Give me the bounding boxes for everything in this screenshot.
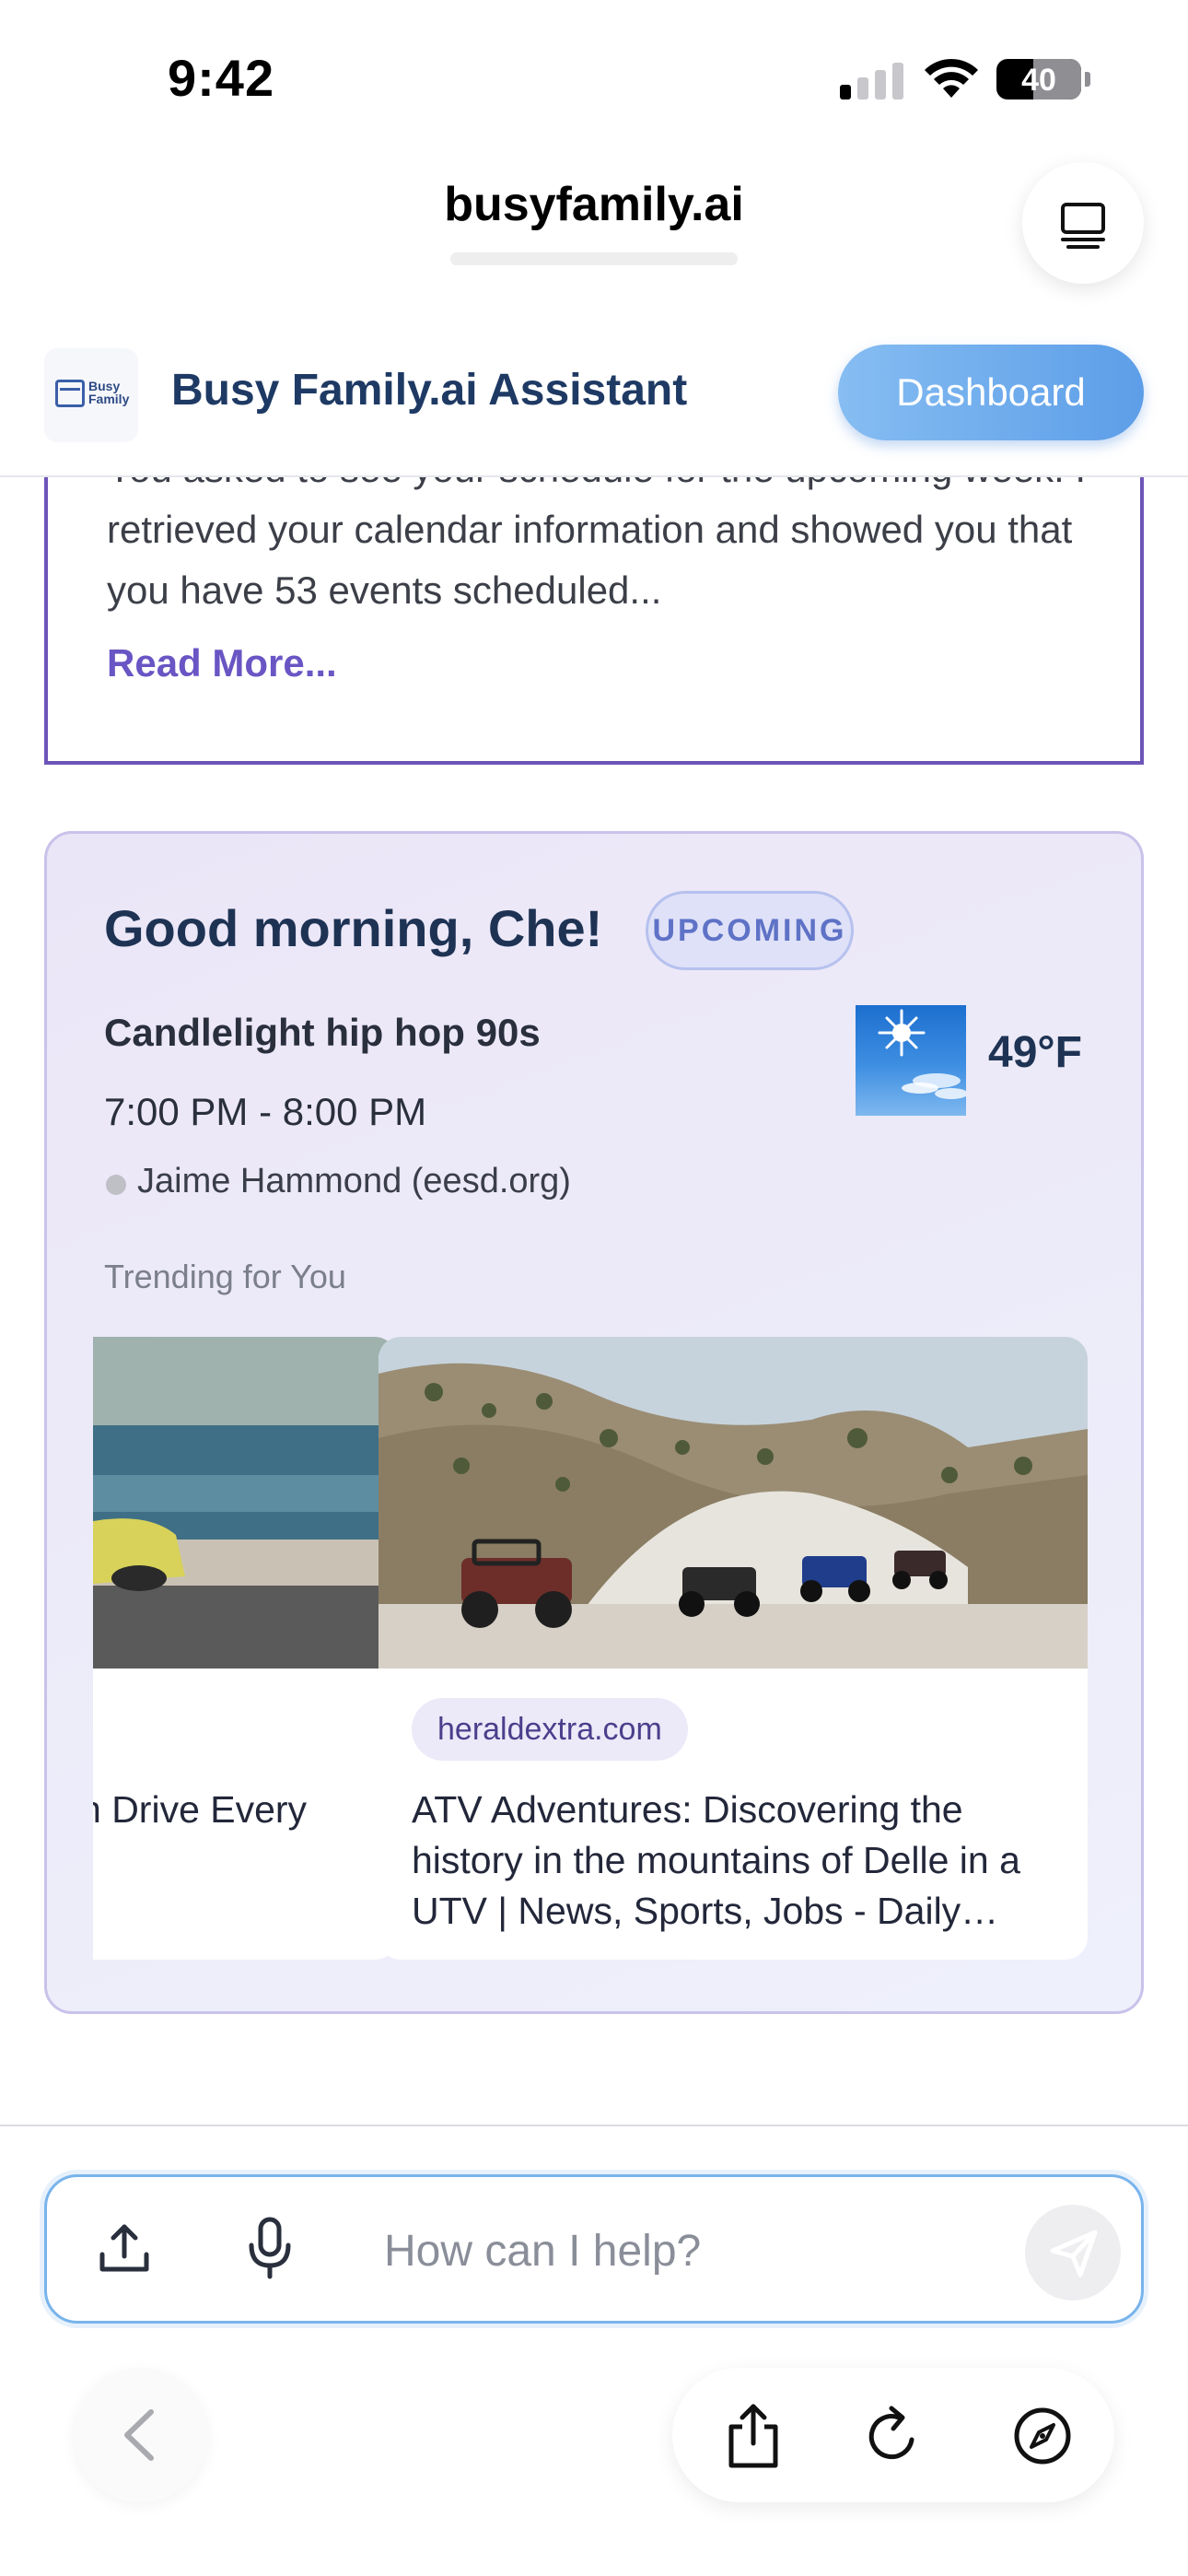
battery-icon: 40 <box>996 59 1081 100</box>
organizer-dot <box>106 1175 126 1195</box>
greeting-card: Good morning, Che! UPCOMING Candlelight … <box>44 831 1144 2014</box>
compass-icon[interactable] <box>1007 2401 1077 2471</box>
tabs-button[interactable] <box>1022 162 1144 284</box>
back-button[interactable] <box>74 2368 208 2502</box>
app-title: Busy Family.ai Assistant <box>171 366 688 415</box>
share-icon[interactable] <box>718 2401 788 2471</box>
composer-divider <box>0 2125 1188 2126</box>
trending-card-1-title: n Drive Every <box>93 1788 308 1831</box>
app-header: Busy Family Busy Family.ai Assistant Das… <box>0 322 1188 477</box>
status-time: 9:42 <box>168 49 275 107</box>
read-more-link[interactable]: Read More... <box>107 641 337 685</box>
temperature: 49°F <box>988 1028 1082 1077</box>
greeting-title: Good morning, Che! <box>104 899 603 957</box>
car-by-ocean-image <box>93 1337 397 1669</box>
dashboard-button[interactable]: Dashboard <box>838 345 1144 440</box>
trending-card-2-title: ATV Adventures: Discovering the history … <box>412 1788 1020 1932</box>
sunny-weather-icon <box>856 1005 966 1116</box>
reload-icon[interactable] <box>858 2401 928 2471</box>
microphone-button[interactable] <box>240 2216 299 2280</box>
send-button[interactable] <box>1025 2205 1121 2301</box>
microphone-icon <box>249 2217 291 2279</box>
source-tag[interactable]: heraldextra.com <box>412 1698 688 1761</box>
chat-composer <box>44 2174 1144 2324</box>
url-bar[interactable]: busyfamily.ai <box>0 177 1188 232</box>
wifi-icon <box>925 58 978 98</box>
logo-text-line1: Busy <box>88 379 121 393</box>
url-underline <box>450 252 738 265</box>
event-organizer: Jaime Hammond (eesd.org) <box>137 1162 571 1200</box>
app-logo[interactable]: Busy Family <box>44 348 138 442</box>
upload-icon <box>99 2224 149 2272</box>
chevron-left-icon <box>124 2409 154 2461</box>
logo-text-line2: Family <box>88 392 130 406</box>
battery-level: 40 <box>1021 63 1056 98</box>
event-title[interactable]: Candlelight hip hop 90s <box>104 1011 541 1055</box>
trending-label: Trending for You <box>104 1258 346 1295</box>
prompt-input[interactable] <box>384 2216 1029 2286</box>
status-bar: 9:42 40 <box>0 0 1188 147</box>
event-time: 7:00 PM - 8:00 PM <box>104 1090 427 1133</box>
browser-toolbar <box>672 2368 1114 2502</box>
trending-card-1[interactable]: n Drive Every <box>93 1337 397 1960</box>
trending-card-2[interactable]: heraldextra.com ATV Adventures: Discover… <box>379 1337 1088 1960</box>
send-icon <box>1050 2230 1098 2277</box>
upcoming-badge: UPCOMING <box>646 891 854 970</box>
calendar-icon <box>55 380 85 407</box>
upload-button[interactable] <box>95 2219 154 2278</box>
cellular-signal-icon <box>840 61 904 100</box>
tabs-icon <box>1061 203 1105 249</box>
utv-trail-image <box>379 1337 1088 1669</box>
